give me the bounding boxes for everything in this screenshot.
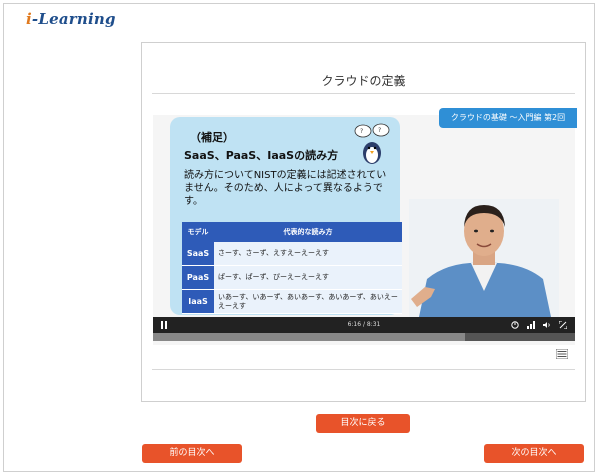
slide-body: 読み方についてNISTの定義には記述されていません。そのため、人によって異なるよ… <box>184 170 387 207</box>
course-badge: クラウドの基礎 ～入門編 第2回 <box>439 108 577 128</box>
prev-section-button[interactable]: 前の目次へ <box>142 444 242 463</box>
slide-header: （補足） <box>190 131 234 144</box>
title-divider <box>152 93 575 94</box>
video-player[interactable]: （補足） SaaS、PaaS、IaaSの読み方 ? ? 読み方についてNISTの… <box>153 115 575 345</box>
svg-text:?: ? <box>360 128 363 135</box>
quality-icon[interactable] <box>527 321 535 329</box>
model-cell: SaaS <box>182 242 214 266</box>
reading-table: モデル 代表的な読み方 SaaS さーす、さーず、えすえーえーえす PaaS ぱ… <box>182 222 402 314</box>
svg-text:?: ? <box>378 127 381 134</box>
column-header-reading: 代表的な読み方 <box>214 222 402 242</box>
lecture-slide: （補足） SaaS、PaaS、IaaSの読み方 ? ? 読み方についてNISTの… <box>170 117 402 315</box>
back-to-toc-button[interactable]: 目次に戻る <box>316 414 410 433</box>
lesson-card: クラウドの定義 （補足） SaaS、PaaS、IaaSの読み方 ? ? 読み方に… <box>141 42 586 402</box>
player-controls: 6:16 / 8:31 <box>153 317 575 333</box>
bottom-divider <box>152 369 575 370</box>
slide-title: SaaS、PaaS、IaaSの読み方 <box>184 149 339 162</box>
model-cell: PaaS <box>182 265 214 290</box>
progress-bar[interactable] <box>153 333 575 341</box>
fullscreen-icon[interactable] <box>559 321 567 329</box>
i-learning-logo: i-Learning <box>26 10 116 28</box>
page-title: クラウドの定義 <box>321 74 406 88</box>
list-icon[interactable] <box>556 349 568 359</box>
speed-icon[interactable] <box>511 321 519 329</box>
logo-text: -Learning <box>31 10 116 28</box>
reading-cell: ぱーす、ぱーず、ぴーえーえーえす <box>214 265 402 290</box>
penguin-mascot-icon: ? ? <box>354 123 390 164</box>
table-row: IaaS いあーす、いあーず、あいあーす、あいあーず、あいえーえーえす <box>182 289 402 314</box>
table-row: SaaS さーす、さーず、えすえーえーえす <box>182 242 402 266</box>
next-section-button[interactable]: 次の目次へ <box>484 444 584 463</box>
reading-cell: いあーす、いあーず、あいあーす、あいあーず、あいえーえーえす <box>214 289 402 314</box>
volume-icon[interactable] <box>543 321 551 329</box>
reading-cell: さーす、さーず、えすえーえーえす <box>214 242 402 266</box>
table-row: PaaS ぱーす、ぱーず、ぴーえーえーえす <box>182 265 402 290</box>
model-cell: IaaS <box>182 289 214 314</box>
presenter-video-image <box>409 199 559 317</box>
progress-fill <box>153 333 466 341</box>
column-header-model: モデル <box>182 222 214 242</box>
